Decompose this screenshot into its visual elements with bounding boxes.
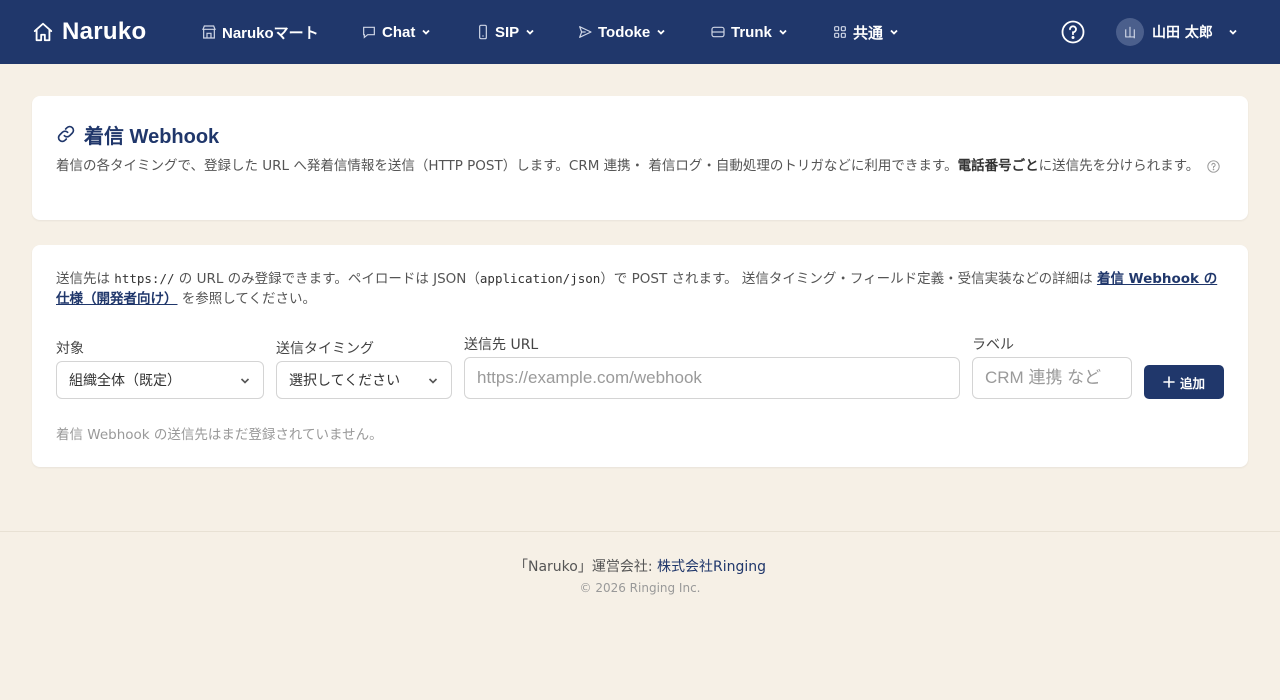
top-navigation: Naruko Narukoマート Chat SIP Todoke Trunk 共…	[0, 0, 1280, 64]
description-text-end: に送信先を分けられます。	[1038, 158, 1200, 174]
page-description: 着信の各タイミングで、登録した URL へ発着信情報を送信（HTTP POST）…	[56, 156, 1226, 176]
title-row: 着信 Webhook	[56, 122, 220, 148]
brand-home-link[interactable]: Naruko	[32, 16, 147, 48]
avatar: 山	[1116, 18, 1144, 46]
description-bold: 電話番号ごと	[957, 158, 1039, 174]
chevron-down-icon	[428, 378, 438, 384]
info-text-part: の URL のみ登録できます。ペイロードは JSON（	[174, 271, 480, 287]
nav-item-label: SIP	[495, 23, 520, 41]
nav-item-common[interactable]: 共通	[832, 20, 900, 44]
timing-select[interactable]: 選択してください	[276, 361, 452, 399]
link-icon	[57, 125, 75, 143]
empty-message: 着信 Webhook の送信先はまだ登録されていません。	[56, 427, 383, 443]
database-icon	[711, 26, 725, 38]
target-label: 対象	[56, 341, 84, 357]
home-icon	[33, 22, 53, 42]
info-text-part: を参照してください。	[177, 291, 316, 307]
nav-item-label: 共通	[853, 24, 884, 42]
info-text-part: ）で POST されます。 送信タイミング・フィールド定義・受信実装などの詳細は	[600, 271, 1097, 287]
footer-copyright: © 2026 Ringing Inc.	[579, 581, 701, 595]
chevron-down-icon	[526, 29, 534, 35]
timing-label: 送信タイミング	[276, 341, 374, 357]
info-code: https://	[114, 271, 175, 286]
add-button-label: 追加	[1179, 376, 1205, 391]
nav-item-todoke[interactable]: Todoke	[577, 20, 667, 44]
target-select-value: 組織全体（既定）	[69, 373, 181, 389]
chevron-down-icon	[422, 29, 430, 35]
header-card: 着信 Webhook 着信の各タイミングで、登録した URL へ発着信情報を送信…	[32, 96, 1248, 220]
info-text-part: 送信先は	[56, 271, 115, 287]
nav-item-label: Todoke	[598, 23, 651, 41]
nav-item-label: Narukoマート	[222, 24, 319, 42]
footer-operator: 「Naruko」運営会社: 株式会社Ringing	[0, 556, 1280, 576]
target-select[interactable]: 組織全体（既定）	[56, 361, 264, 399]
page-title: 着信 Webhook	[84, 125, 220, 148]
url-label: 送信先 URL	[464, 337, 539, 353]
nav-item-trunk[interactable]: Trunk	[710, 20, 789, 44]
nav-item-chat[interactable]: Chat	[361, 20, 432, 44]
info-code: application/json	[479, 271, 601, 286]
add-button[interactable]: 追加	[1144, 365, 1224, 399]
chevron-down-icon	[779, 29, 787, 35]
label-field-label: ラベル	[972, 337, 1014, 353]
nav-item-label: Trunk	[731, 23, 772, 41]
chevron-down-icon	[890, 29, 898, 35]
label-input[interactable]	[972, 357, 1132, 399]
webhook-form-card: 送信先は https:// の URL のみ登録できます。ペイロードは JSON…	[32, 245, 1248, 467]
send-icon	[579, 26, 592, 38]
nav-item-mart[interactable]: Narukoマート	[201, 20, 319, 44]
chat-icon	[363, 26, 375, 39]
url-input[interactable]	[464, 357, 960, 399]
chevron-down-icon	[657, 29, 665, 35]
chevron-down-icon	[240, 378, 250, 384]
operator-link[interactable]: 株式会社Ringing	[657, 559, 766, 575]
timing-select-value: 選択してください	[289, 373, 401, 389]
help-icon[interactable]	[1207, 159, 1220, 173]
chevron-down-icon	[1229, 29, 1237, 35]
description-text: 着信の各タイミングで、登録した URL へ発着信情報を送信（HTTP POST）…	[56, 158, 958, 174]
user-menu[interactable]: 山 山田 太郎	[1116, 18, 1239, 46]
plus-icon	[1163, 376, 1175, 388]
phone-icon	[479, 24, 487, 40]
brand-name: Naruko	[62, 18, 147, 45]
grid-icon	[834, 26, 846, 38]
user-name: 山田 太郎	[1152, 25, 1213, 41]
info-text: 送信先は https:// の URL のみ登録できます。ペイロードは JSON…	[56, 269, 1226, 309]
footer: 「Naruko」運営会社: 株式会社Ringing © 2026 Ringing…	[0, 531, 1280, 700]
nav-item-sip[interactable]: SIP	[476, 20, 536, 44]
nav-item-label: Chat	[382, 23, 416, 41]
help-icon[interactable]	[1061, 20, 1085, 44]
store-icon	[202, 25, 216, 39]
footer-operator-prefix: 「Naruko」運営会社:	[513, 559, 657, 575]
